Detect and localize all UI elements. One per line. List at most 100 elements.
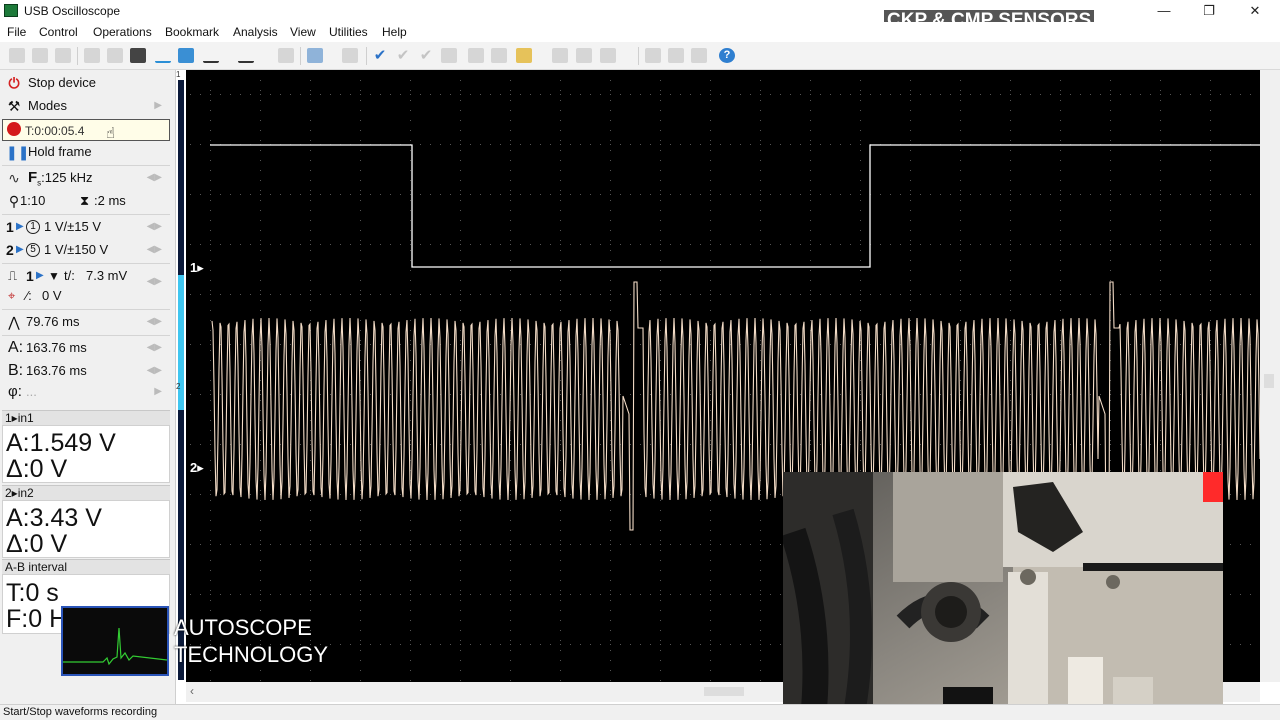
zoom-tool-icon[interactable]	[307, 48, 323, 63]
modes-tool-icon[interactable]	[130, 48, 146, 63]
trigger-level-control[interactable]: ⎍ 1 ▶ ▼ t/: 7.3 mV ◀▶	[2, 265, 170, 287]
grid-dot	[1110, 240, 1111, 241]
grid-dot	[960, 294, 961, 295]
grid-dot	[770, 544, 771, 545]
menu-operations[interactable]: Operations	[93, 25, 152, 39]
marker-a-icon[interactable]	[552, 48, 568, 63]
grid-dot	[300, 244, 301, 245]
undo-icon[interactable]	[278, 48, 294, 63]
grid-dot	[820, 94, 821, 95]
ch1-range-value: 1 V/±15 V	[44, 219, 102, 234]
grid-dot	[810, 80, 811, 81]
grid-dot	[410, 650, 411, 651]
maximize-button[interactable]: ❐	[1194, 2, 1224, 20]
marker-b-icon[interactable]	[576, 48, 592, 63]
waveform2-tool-icon[interactable]	[238, 48, 254, 63]
save-icon[interactable]	[32, 48, 48, 63]
menu-bookmark[interactable]: Bookmark	[165, 25, 219, 39]
cursor-a-control[interactable]: A: 163.76 ms ◀▶	[2, 337, 170, 359]
grid-dot	[420, 594, 421, 595]
grid-dot	[1180, 194, 1181, 195]
menu-analysis[interactable]: Analysis	[233, 25, 278, 39]
page-icon[interactable]	[668, 48, 684, 63]
modes-button[interactable]: ⚒ Modes ▶	[2, 95, 170, 117]
open-icon[interactable]	[9, 48, 25, 63]
marker-ab-icon[interactable]	[600, 48, 616, 63]
window-icon[interactable]	[645, 48, 661, 63]
scroll-thumb[interactable]	[704, 687, 744, 696]
grid-dot	[940, 94, 941, 95]
record-button[interactable]: T:0:00:05.4 ☝	[2, 119, 170, 142]
menu-control[interactable]: Control	[39, 25, 78, 39]
check-mark-icon[interactable]: ✔	[418, 48, 434, 63]
paste-icon[interactable]	[107, 48, 123, 63]
grid-dot	[210, 580, 211, 581]
adjust-arrows-icon[interactable]: ◀▶	[147, 167, 162, 189]
stop-device-button[interactable]: ⏻ Stop device	[2, 72, 170, 94]
grid-dot	[600, 644, 601, 645]
sample-rate-control[interactable]: ∿ Fs:125 kHz ◀▶	[2, 167, 170, 189]
hold-frame-button[interactable]: ❚❚ Hold frame	[2, 141, 170, 163]
grid-dot	[780, 644, 781, 645]
grid-dot	[410, 90, 411, 91]
grid-dot	[600, 144, 601, 145]
close-button[interactable]: ✕	[1240, 2, 1270, 20]
scroll-left-icon[interactable]: ‹	[190, 684, 194, 698]
menu-view[interactable]: View	[290, 25, 316, 39]
phase-control[interactable]: φ: ... ▶	[2, 381, 170, 403]
probe-tool-icon[interactable]	[178, 48, 194, 63]
grid-dot	[1010, 170, 1011, 171]
menu-file[interactable]: File	[7, 25, 26, 39]
grid-dot	[760, 190, 761, 191]
grid-dot	[860, 460, 861, 461]
grid-dot	[780, 144, 781, 145]
bookmark-tool-icon[interactable]	[516, 48, 532, 63]
waveform-tool-icon[interactable]	[203, 48, 219, 63]
ch2-index: 2	[6, 242, 14, 258]
grid-dot	[380, 544, 381, 545]
grid-dot	[440, 194, 441, 195]
grid-dot	[420, 644, 421, 645]
grid-dot	[1180, 394, 1181, 395]
cursor-tool-icon[interactable]	[155, 48, 171, 63]
grid-dot	[410, 390, 411, 391]
grid-dot	[360, 194, 361, 195]
crop-icon[interactable]	[468, 48, 484, 63]
grid-dot	[1230, 644, 1231, 645]
delete-icon[interactable]	[691, 48, 707, 63]
overview-thumbnail[interactable]	[61, 606, 169, 676]
grid-dot	[860, 410, 861, 411]
cursor-b-control[interactable]: B: 163.76 ms ◀▶	[2, 360, 170, 382]
zoom-timebase-control[interactable]: ⚲ 1:10 ⧗ :2 ms	[2, 190, 170, 212]
channel1-range-control[interactable]: 1 ▶ 1 1 V/±15 V ◀▶	[2, 216, 170, 238]
menu-utilities[interactable]: Utilities	[329, 25, 368, 39]
grid-dot	[510, 240, 511, 241]
trigger-offset-control[interactable]: ⌖ ⁄: 0 V	[2, 285, 170, 307]
document-icon[interactable]	[441, 48, 457, 63]
grid-dot	[530, 94, 531, 95]
grid-dot	[790, 144, 791, 145]
copy-icon[interactable]	[84, 48, 100, 63]
menu-help[interactable]: Help	[382, 25, 407, 39]
period-control[interactable]: ⋀ 79.76 ms ◀▶	[2, 311, 170, 333]
grid-dot	[250, 494, 251, 495]
grid-dot	[710, 620, 711, 621]
channel2-range-control[interactable]: 2 ▶ 5 1 V/±150 V ◀▶	[2, 239, 170, 261]
grid-dot	[1050, 244, 1051, 245]
grid-dot	[1010, 190, 1011, 191]
check-icon[interactable]: ✔	[372, 48, 388, 63]
grid-dot	[610, 220, 611, 221]
minimize-button[interactable]: —	[1149, 2, 1179, 20]
check-all-icon[interactable]: ✔	[395, 48, 411, 63]
grid-dot	[670, 294, 671, 295]
help-icon[interactable]: ?	[719, 48, 735, 63]
vertical-scrollbar[interactable]	[1260, 70, 1280, 682]
filter-icon[interactable]	[342, 48, 358, 63]
grid-dot	[660, 340, 661, 341]
grid-dot	[420, 94, 421, 95]
expand-icon[interactable]	[491, 48, 507, 63]
grid-dot	[960, 270, 961, 271]
ch1-marker[interactable]: 1▸	[190, 260, 204, 276]
print-icon[interactable]	[55, 48, 71, 63]
ch2-marker[interactable]: 2▸	[190, 460, 204, 476]
